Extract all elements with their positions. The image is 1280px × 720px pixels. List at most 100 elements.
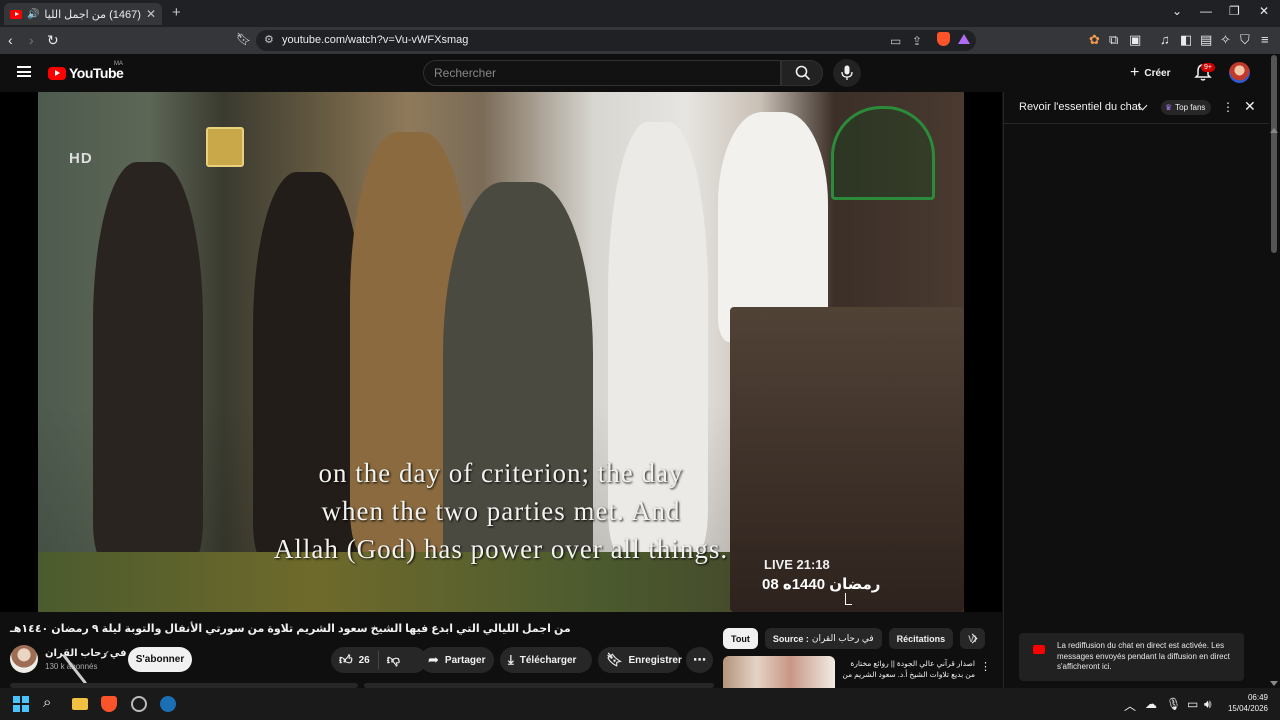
plus-icon: + (1130, 64, 1140, 81)
live-chat-panel: Revoir l'essentiel du chat ♛ Top fans ⋮ … (1003, 92, 1269, 688)
site-info-icon[interactable]: ⚙︎ (264, 33, 274, 46)
chat-mode-selector[interactable]: Revoir l'essentiel du chat (1019, 101, 1141, 113)
share-button[interactable]: ➦ Partager (420, 647, 494, 673)
tab-search-chevron-icon[interactable]: ⌄ (1172, 4, 1182, 18)
save-button[interactable]: 🔖︎ Enregistrer (598, 647, 682, 673)
dislike-button[interactable]: 👎︎ (379, 652, 400, 668)
vpn-icon[interactable]: ⛉ (1240, 32, 1250, 48)
thumbs-up-icon: 👍︎ (339, 652, 353, 667)
subtitle-line: when the two parties met. And (321, 496, 681, 526)
youtube-play-icon (48, 66, 66, 80)
speaker-icon[interactable]: 🔊 (27, 9, 39, 20)
channel-avatar[interactable] (10, 645, 38, 673)
network-app-icon[interactable]: ☁ (1145, 697, 1157, 711)
restore-button[interactable]: ❐ (1229, 4, 1240, 18)
search-button[interactable] (781, 60, 823, 86)
page-scrollbar[interactable] (1271, 55, 1277, 253)
subtitle-line: on the day of criterion; the day (318, 458, 684, 488)
account-avatar[interactable] (1229, 62, 1250, 83)
chip-recitations[interactable]: Récitations (888, 628, 954, 649)
share-page-icon[interactable]: ⇪ (912, 34, 922, 48)
share-icon: ➦ (428, 652, 439, 667)
app-ring-icon[interactable] (131, 696, 147, 712)
more-actions-button[interactable]: ⋯ (686, 647, 713, 673)
scroll-up-icon[interactable] (1270, 128, 1278, 133)
saudi-emblem-icon (206, 127, 244, 167)
windows-taskbar: ⌕ ︿ ☁ 🎙︎ ▭ 🔊︎ 06:49 15/04/2026 (0, 688, 1280, 720)
top-fans-badge[interactable]: ♛ Top fans (1161, 100, 1212, 115)
chip-source[interactable]: Source : في رحاب القران (764, 628, 882, 649)
video-player[interactable]: HD on the day of criterion; the day when… (0, 92, 1002, 612)
recommended-title[interactable]: اصدار قرآني عالي الجودة || روائع مختارة … (840, 658, 975, 680)
hd-logo: HD (69, 150, 93, 167)
thumbs-down-icon: 👎︎ (386, 652, 400, 667)
recommended-more-icon[interactable]: ⋮ (980, 660, 991, 673)
steam-icon[interactable] (160, 696, 176, 712)
new-tab-button[interactable]: + (172, 4, 181, 21)
puzzle-icon[interactable]: ⧉ (1109, 32, 1118, 48)
windows-start-icon[interactable] (13, 696, 29, 712)
download-button[interactable]: ⤓ Télécharger (500, 647, 592, 673)
forward-icon[interactable]: › (29, 32, 34, 48)
taskbar-search-icon[interactable]: ⌕ (43, 694, 59, 711)
clock-date: 15/04/2026 (1227, 704, 1268, 713)
tab-title: (1467) من اجمل الليالي التي ا... (44, 8, 141, 21)
wallet-icon[interactable]: ▤ (1200, 32, 1212, 48)
back-icon[interactable]: ‹ (8, 32, 13, 48)
sidebar-icon[interactable]: ◧ (1180, 32, 1192, 48)
url-text[interactable]: youtube.com/watch?v=Vu-vWFXsmag (282, 34, 468, 46)
close-window-button[interactable]: ✕ (1259, 4, 1269, 18)
guide-menu-icon[interactable] (17, 66, 31, 77)
create-button[interactable]: + Créer (1122, 62, 1178, 84)
taskbar-clock[interactable]: 06:49 15/04/2026 (1224, 692, 1268, 714)
screenshot-icon[interactable]: ▣ (1129, 32, 1141, 48)
video-title: من اجمل الليالي التي ابدع فيها الشيخ سعو… (10, 623, 571, 635)
scroll-down-icon[interactable] (1270, 681, 1278, 686)
reload-icon[interactable]: ↻ (47, 32, 59, 49)
tray-overflow-icon[interactable]: ︿ (1124, 697, 1136, 714)
date-overlay: 08 رمضان 1440ه (762, 576, 881, 593)
brave-rewards-icon[interactable] (958, 34, 970, 44)
tab-close-icon[interactable]: ✕ (146, 7, 156, 21)
download-icon: ⤓ (508, 652, 514, 667)
country-code: MA (114, 61, 123, 67)
menu-icon[interactable]: ≡ (1261, 32, 1269, 47)
extension-icon[interactable]: ✿ (1089, 32, 1100, 48)
channel-name[interactable]: في رحاب القران (45, 648, 127, 659)
browser-tab-active[interactable]: 🔊 (1467) من اجمل الليالي التي ا... ✕ (4, 3, 162, 25)
share-label: Partager (444, 654, 486, 666)
search-input[interactable] (423, 60, 781, 86)
video-frame[interactable]: HD on the day of criterion; the day when… (38, 92, 964, 612)
bookmark-icon[interactable]: 🔖︎ (236, 32, 251, 46)
save-playlist-icon: 🔖︎ (606, 652, 623, 667)
close-chat-icon[interactable]: ✕ (1244, 98, 1256, 115)
more-horizontal-icon: ⋯ (693, 652, 706, 667)
youtube-logo[interactable]: YouTube MA (48, 61, 124, 81)
cast-icon[interactable]: ▭ (890, 34, 901, 48)
crown-icon: ♛ (1165, 103, 1173, 112)
subscribe-button[interactable]: S'abonner (128, 647, 192, 672)
leo-ai-icon[interactable]: ✧ (1220, 32, 1231, 48)
minimize-button[interactable]: — (1200, 4, 1212, 18)
browser-tab-strip: 🔊 (1467) من اجمل الليالي التي ا... ✕ + ⌄… (0, 0, 1280, 27)
file-explorer-icon[interactable] (72, 698, 88, 710)
like-dislike-group: 👍︎ 26 👎︎ (331, 647, 427, 673)
chat-replay-notice: La rediffusion du chat en direct est act… (1019, 633, 1244, 681)
volume-icon[interactable]: 🔊︎ (1204, 697, 1212, 712)
chip-all[interactable]: Tout (723, 628, 758, 649)
recommended-thumbnail[interactable] (723, 656, 835, 688)
wifi-icon[interactable]: ▭ (1187, 697, 1198, 711)
chip-source-name: في رحاب القران (811, 633, 874, 643)
brave-browser-icon[interactable] (101, 696, 117, 712)
like-button[interactable]: 👍︎ 26 (331, 651, 379, 669)
brave-shields-icon[interactable] (937, 32, 950, 46)
microphone-tray-icon[interactable]: 🎙︎ (1166, 697, 1181, 711)
chat-more-icon[interactable]: ⋮ (1222, 100, 1234, 114)
voice-search-button[interactable] (833, 59, 861, 87)
address-bar[interactable]: ⚙︎ youtube.com/watch?v=Vu-vWFXsmag ▭ ⇪ (256, 30, 976, 51)
clock-time: 06:49 (1247, 693, 1268, 702)
like-count: 26 (358, 654, 370, 666)
download-label: Télécharger (519, 654, 577, 666)
media-icon[interactable]: ♫ (1160, 32, 1170, 47)
search-icon (795, 65, 811, 81)
